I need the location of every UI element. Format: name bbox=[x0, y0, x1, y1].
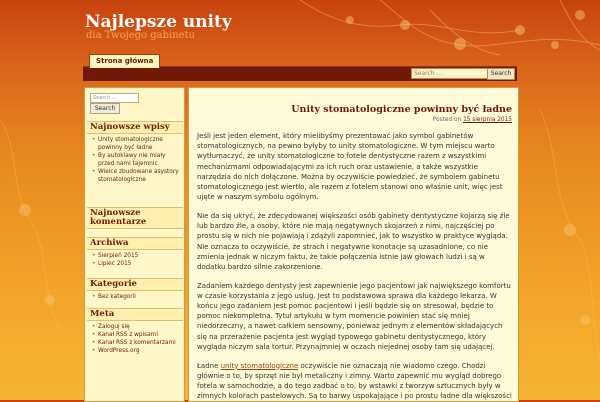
meta-heading: Meta bbox=[87, 308, 183, 321]
recent-comments-heading: Najnowsze komentarze bbox=[87, 207, 183, 229]
sidebar: Search ... Search Najnowsze wpisy Unity … bbox=[84, 87, 185, 402]
post-paragraph: Jeśli jest jeden element, który mielibyś… bbox=[197, 132, 503, 202]
recent-post-link[interactable]: By autoklawy nie miały przed nami tajemn… bbox=[98, 153, 165, 167]
post-paragraph: Ładne unity stomatologiczne oczywiście n… bbox=[197, 361, 513, 401]
categories-list: Bez kategorii bbox=[87, 293, 182, 301]
archive-list: Sierpień 2015 Lipiec 2015 bbox=[87, 252, 182, 268]
list-item[interactable]: Wielce zbudowane asystory stomatologiczn… bbox=[87, 168, 182, 184]
recent-posts-heading: Najnowsze wpisy bbox=[87, 121, 183, 134]
meta-list: Zaloguj się Kanał RSS z wpisami Kanał RS… bbox=[87, 323, 182, 355]
site-title[interactable]: Najlepsze unity bbox=[85, 12, 232, 32]
post-title[interactable]: Unity stomatologiczne powinny być ładne bbox=[291, 104, 512, 115]
list-item[interactable]: Lipiec 2015 bbox=[87, 260, 182, 268]
tab-home[interactable]: Strona główna bbox=[89, 54, 161, 68]
post-date-link[interactable]: 15 sierpnia 2015 bbox=[463, 117, 512, 123]
paragraph-text: Ładne bbox=[197, 361, 221, 370]
post-meta: Posted on 15 sierpnia 2015 bbox=[433, 117, 512, 123]
list-item[interactable]: Kanał RSS z wpisami bbox=[87, 331, 182, 339]
recent-post-link[interactable]: Unity stomatologiczne powinny być ładne bbox=[98, 137, 163, 151]
list-item[interactable]: By autoklawy nie miały przed nami tajemn… bbox=[87, 152, 182, 168]
recent-post-link[interactable]: Wielce zbudowane asystory stomatologiczn… bbox=[98, 169, 179, 183]
list-item[interactable]: Kanał RSS z komentarzami bbox=[87, 339, 182, 347]
post-paragraph: Nie da się ukryć, że zdecydowanej większ… bbox=[197, 211, 510, 271]
sidebar-search-input[interactable]: Search ... bbox=[90, 93, 139, 103]
archive-heading: Archiwa bbox=[87, 237, 183, 250]
header-search-input[interactable]: Search ... bbox=[411, 68, 488, 79]
header-search-button[interactable]: Search bbox=[487, 68, 515, 80]
meta-link[interactable]: Zaloguj się bbox=[98, 324, 130, 330]
list-item[interactable]: WordPress.org bbox=[87, 347, 182, 355]
category-link[interactable]: Bez kategorii bbox=[98, 294, 136, 300]
site-description: dla Twojego gabinetu bbox=[86, 30, 196, 41]
archive-link[interactable]: Sierpień 2015 bbox=[98, 253, 138, 259]
unity-link[interactable]: unity stomatologiczne bbox=[221, 362, 299, 370]
post-meta-prefix: Posted on bbox=[432, 117, 462, 123]
post-body: Jeśli jest jeden element, który mielibyś… bbox=[197, 131, 513, 401]
meta-link[interactable]: WordPress.org bbox=[98, 348, 140, 354]
meta-link[interactable]: Kanał RSS z komentarzami bbox=[98, 340, 176, 346]
main-content: Unity stomatologiczne powinny być ładne … bbox=[188, 87, 519, 402]
categories-heading: Kategorie bbox=[87, 278, 183, 291]
list-item[interactable]: Zaloguj się bbox=[87, 323, 182, 331]
recent-posts-list: Unity stomatologiczne powinny być ładne … bbox=[87, 136, 182, 184]
list-item[interactable]: Unity stomatologiczne powinny być ładne bbox=[87, 136, 182, 152]
sidebar-search-button[interactable]: Search bbox=[90, 103, 120, 114]
list-item[interactable]: Bez kategorii bbox=[87, 293, 182, 301]
list-item[interactable]: Sierpień 2015 bbox=[87, 252, 182, 260]
meta-link[interactable]: Kanał RSS z wpisami bbox=[98, 332, 158, 338]
post-paragraph: Zadaniem każdego dentysty jest zapewnien… bbox=[197, 281, 511, 351]
archive-link[interactable]: Lipiec 2015 bbox=[98, 261, 131, 267]
